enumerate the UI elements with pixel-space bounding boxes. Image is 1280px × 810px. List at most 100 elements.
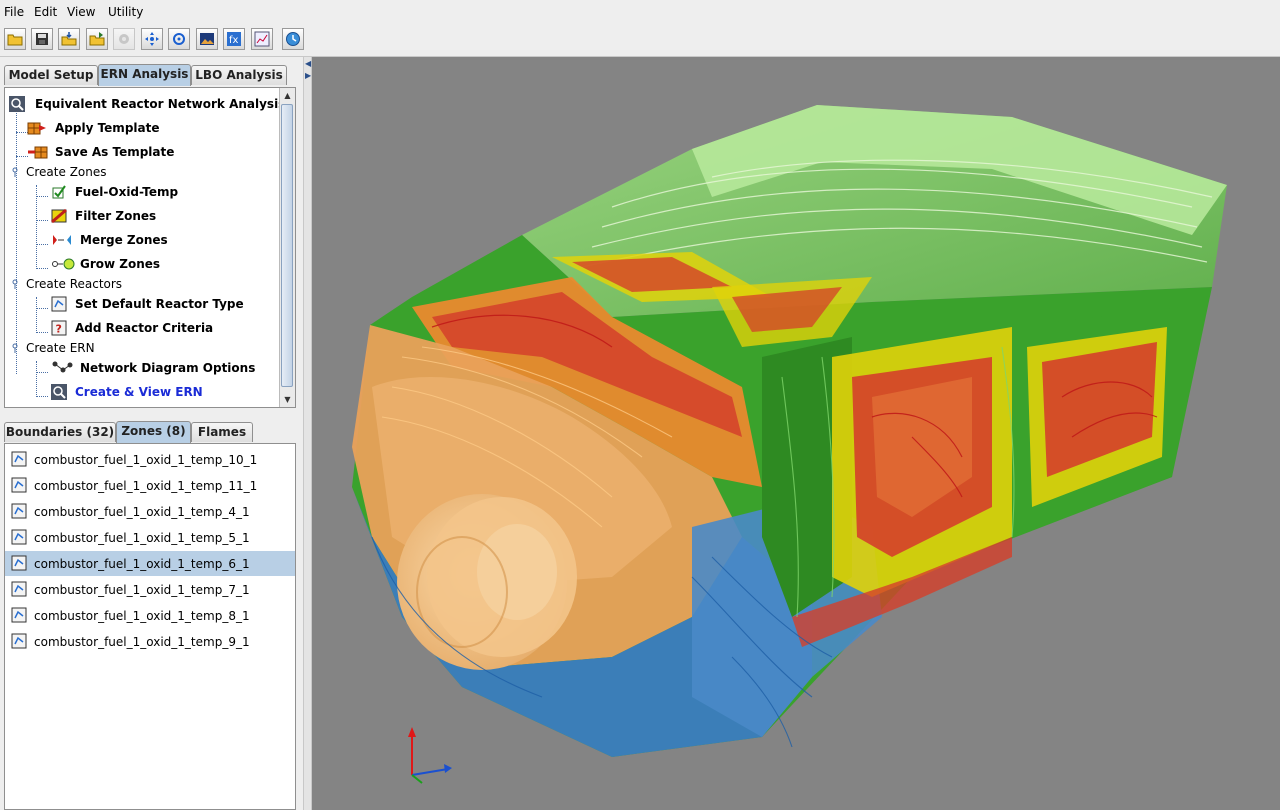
zone-name: combustor_fuel_1_oxid_1_temp_10_1 [34,453,258,467]
combustor-3d-render[interactable] [312,57,1280,810]
function-button[interactable]: fx [223,28,245,50]
save-button[interactable] [31,28,53,50]
menu-view[interactable]: View [67,5,95,19]
reactor-type-icon [51,296,67,312]
tab-lbo-analysis[interactable]: LBO Analysis [191,65,287,85]
results-tabs: Boundaries (32) Zones (8) Flames [4,421,296,444]
zone-name: combustor_fuel_1_oxid_1_temp_8_1 [34,609,250,623]
scroll-down-icon[interactable]: ▼ [280,392,295,407]
tree-connector [36,244,48,245]
image-button[interactable] [196,28,218,50]
zones-list: combustor_fuel_1_oxid_1_temp_10_1 combus… [4,443,296,810]
list-item[interactable]: combustor_fuel_1_oxid_1_temp_7_1 [5,577,295,602]
zone-icon [11,529,27,545]
chart-icon [254,31,270,47]
open-folder-button[interactable] [4,28,26,50]
expand-right-icon[interactable]: ▶ [305,71,311,80]
tree-connector [36,396,48,397]
template-apply-icon [27,122,46,135]
tree-label: Add Reactor Criteria [75,321,214,335]
chart-button[interactable] [251,28,273,50]
magnifier-icon [51,384,67,400]
menu-edit[interactable]: Edit [34,5,57,19]
tree-label: Create Zones [26,165,107,179]
zone-name: combustor_fuel_1_oxid_1_temp_7_1 [34,583,250,597]
list-item[interactable]: combustor_fuel_1_oxid_1_temp_8_1 [5,603,295,628]
zone-icon [11,633,27,649]
tree-label: Set Default Reactor Type [75,297,244,311]
scroll-up-icon[interactable]: ▲ [280,88,295,103]
clock-button[interactable] [282,28,304,50]
checkbox-icon [52,185,66,199]
menu-bar: File Edit View Utility [0,0,1280,26]
tree-label: Grow Zones [80,257,161,271]
ern-tree: Equivalent Reactor Network Analysis Appl… [4,87,296,408]
tree-connector [36,220,48,221]
question-icon: ? [51,320,67,336]
settings-disabled-icon [119,34,129,44]
tree-connector [36,185,37,269]
filter-icon [51,208,67,224]
zone-name: combustor_fuel_1_oxid_1_temp_9_1 [34,635,250,649]
magnifier-icon [9,96,25,112]
tree-scrollbar[interactable]: ▲ ▼ [279,88,295,407]
move-tool-button[interactable] [141,28,163,50]
zone-name: combustor_fuel_1_oxid_1_temp_5_1 [34,531,250,545]
menu-file[interactable]: File [4,5,24,19]
scroll-thumb[interactable] [281,104,293,387]
import-button[interactable] [58,28,80,50]
list-item[interactable]: combustor_fuel_1_oxid_1_temp_10_1 [5,447,295,472]
tree-connector [36,196,48,197]
svg-text:fx: fx [229,35,239,46]
tree-connector [36,308,48,309]
tree-label: Create & View ERN [75,385,203,399]
tab-zones[interactable]: Zones (8) [116,421,191,443]
split-pane-divider[interactable]: ◀ ▶ [303,57,312,810]
rotate-tool-button[interactable] [168,28,190,50]
3d-viewport[interactable] [312,57,1280,810]
list-item[interactable]: combustor_fuel_1_oxid_1_temp_4_1 [5,499,295,524]
menu-utility[interactable]: Utility [108,5,143,19]
open-project-button[interactable] [86,28,108,50]
list-item-selected[interactable]: combustor_fuel_1_oxid_1_temp_6_1 [5,551,295,576]
collapse-left-icon[interactable]: ◀ [305,59,311,68]
list-item[interactable]: combustor_fuel_1_oxid_1_temp_9_1 [5,629,295,654]
clock-icon [286,32,300,46]
tree-label: Apply Template [55,121,160,135]
settings-button[interactable] [113,28,135,50]
tab-model-setup[interactable]: Model Setup [4,65,98,85]
list-item[interactable]: combustor_fuel_1_oxid_1_temp_5_1 [5,525,295,550]
tree-label: Network Diagram Options [80,361,256,375]
zone-icon [11,555,27,571]
tree-connector [36,297,37,333]
tree-label: Save As Template [55,145,175,159]
tree-label: Create ERN [26,341,95,355]
function-icon: fx [227,32,241,46]
zone-icon [11,451,27,467]
expand-toggle-icon[interactable] [11,343,21,353]
grow-icon [52,258,75,270]
rotate-tool-icon [173,33,185,45]
zone-icon [11,477,27,493]
expand-toggle-icon[interactable] [11,167,21,177]
zone-icon [11,607,27,623]
axis-triad [408,727,452,784]
list-item[interactable]: combustor_fuel_1_oxid_1_temp_11_1 [5,473,295,498]
zone-name: combustor_fuel_1_oxid_1_temp_6_1 [34,557,250,571]
zone-name: combustor_fuel_1_oxid_1_temp_11_1 [34,479,258,493]
tab-boundaries[interactable]: Boundaries (32) [4,422,116,442]
open-folder-icon [7,34,23,46]
analysis-tabs: Model Setup ERN Analysis LBO Analysis [4,64,300,87]
tree-label: Fuel-Oxid-Temp [75,185,179,199]
tab-flames[interactable]: Flames [191,422,253,442]
tab-ern-analysis[interactable]: ERN Analysis [98,64,191,86]
svg-text:?: ? [56,323,62,336]
zone-icon [11,503,27,519]
tree-label: Create Reactors [26,277,123,291]
tree-connector [36,268,48,269]
expand-toggle-icon[interactable] [11,279,21,289]
merge-icon [53,235,71,245]
tree-connector [16,110,17,374]
tree-label: Merge Zones [80,233,168,247]
image-icon [200,33,214,45]
